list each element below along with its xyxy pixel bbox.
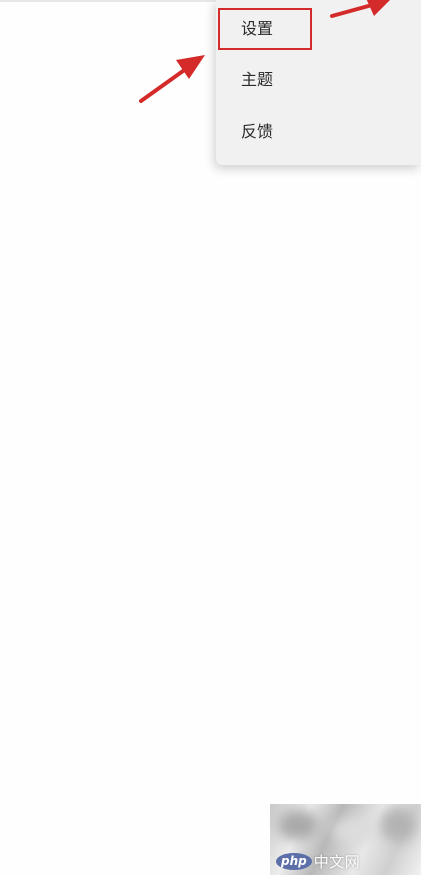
watermark-blur: [332, 818, 378, 844]
pointer-arrow-icon: [139, 55, 205, 103]
watermark: php 中文网: [270, 804, 421, 875]
menu-item-settings[interactable]: 设置: [216, 6, 421, 54]
watermark-blur: [380, 808, 416, 842]
watermark-logo: php 中文网: [276, 850, 360, 872]
overflow-menu: 设置 主题 反馈: [216, 0, 421, 165]
watermark-blur: [278, 810, 318, 840]
php-logo-icon: php: [276, 852, 312, 870]
watermark-site-text: 中文网: [313, 852, 361, 871]
menu-item-feedback[interactable]: 反馈: [216, 109, 421, 157]
menu-item-theme[interactable]: 主题: [216, 57, 421, 105]
screen: { "menu": { "items": [ { "label": "设置", …: [0, 0, 421, 875]
